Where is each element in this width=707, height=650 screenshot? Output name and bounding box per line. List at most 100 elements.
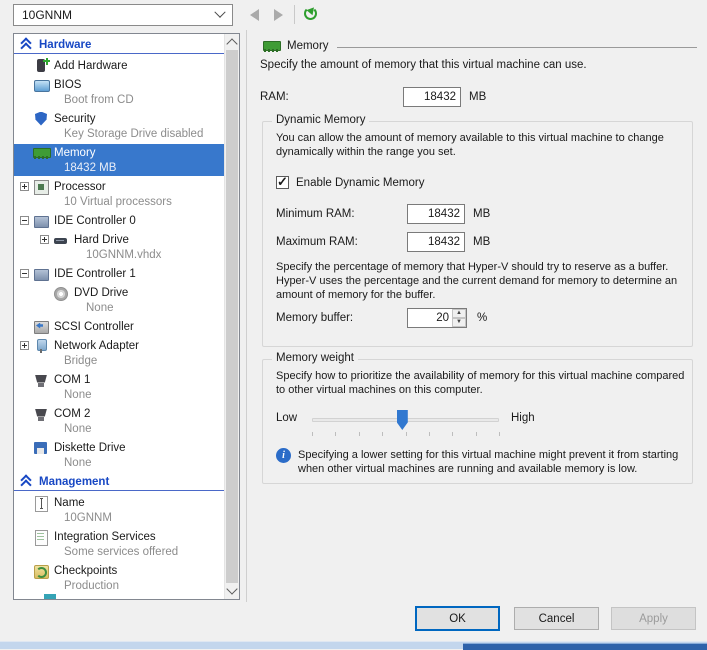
vm-selector-combobox[interactable]: 10GNNM bbox=[13, 4, 233, 26]
sidebar-item-memory[interactable]: Memory 18432 MB bbox=[14, 144, 224, 176]
name-icon bbox=[33, 495, 50, 511]
diskette-drive-icon bbox=[33, 440, 50, 456]
com-port-icon bbox=[33, 406, 50, 422]
memory-weight-group-title: Memory weight bbox=[272, 352, 358, 364]
sidebar-item-sublabel: Bridge bbox=[14, 354, 224, 369]
dynamic-memory-group: Dynamic Memory You can allow the amount … bbox=[262, 121, 693, 347]
memory-intro-text: Specify the amount of memory that this v… bbox=[260, 59, 587, 71]
sidebar-item-name[interactable]: Name 10GNNM bbox=[14, 494, 224, 526]
slider-ticks bbox=[312, 432, 499, 437]
sidebar-item-sublabel: None bbox=[14, 456, 224, 471]
spin-down-icon[interactable]: ▼ bbox=[452, 318, 466, 327]
apply-button[interactable]: Apply bbox=[611, 607, 696, 630]
scsi-controller-icon bbox=[33, 319, 50, 335]
hard-drive-icon bbox=[53, 232, 70, 248]
memory-weight-slider[interactable] bbox=[312, 418, 499, 422]
dynamic-memory-group-title: Dynamic Memory bbox=[272, 114, 369, 126]
memory-buffer-label: Memory buffer: bbox=[276, 312, 353, 324]
enable-dynamic-memory-label: Enable Dynamic Memory bbox=[296, 177, 424, 189]
sidebar-item-network-adapter[interactable]: Network Adapter Bridge bbox=[14, 337, 224, 369]
memory-weight-slider-thumb[interactable] bbox=[397, 410, 408, 430]
sidebar-item-ide-controller-1[interactable]: IDE Controller 1 bbox=[14, 265, 224, 282]
collapse-double-chevron-icon bbox=[20, 476, 31, 488]
sidebar-item-sublabel: 10GNNM bbox=[14, 511, 224, 526]
ok-button[interactable]: OK bbox=[415, 606, 500, 631]
memory-icon bbox=[263, 38, 280, 54]
minimum-ram-unit: MB bbox=[473, 208, 490, 220]
memory-buffer-unit: % bbox=[477, 312, 487, 324]
sidebar-item-sublabel: None bbox=[14, 388, 224, 403]
memory-weight-description: Specify how to prioritize the availabili… bbox=[276, 369, 692, 397]
sidebar-item-sublabel: Key Storage Drive disabled bbox=[14, 127, 224, 142]
network-adapter-icon bbox=[33, 338, 50, 354]
security-shield-icon bbox=[33, 111, 50, 127]
sidebar-item-hard-drive[interactable]: Hard Drive 10GNNM.vhdx bbox=[14, 231, 224, 263]
section-header-hardware[interactable]: Hardware bbox=[14, 36, 224, 54]
memory-buffer-spinner: ▲ ▼ bbox=[407, 308, 467, 328]
scroll-up-icon[interactable] bbox=[226, 38, 237, 49]
ram-input[interactable] bbox=[403, 87, 461, 107]
expand-plus-icon[interactable] bbox=[20, 182, 29, 191]
expand-plus-icon[interactable] bbox=[20, 341, 29, 350]
ide-controller-icon bbox=[33, 266, 50, 282]
slider-low-label: Low bbox=[276, 412, 297, 424]
spin-up-icon[interactable]: ▲ bbox=[452, 309, 466, 318]
minimum-ram-input[interactable] bbox=[407, 204, 465, 224]
ram-label: RAM: bbox=[260, 91, 289, 103]
sidebar-item-bios[interactable]: BIOS Boot from CD bbox=[14, 76, 224, 108]
cancel-button[interactable]: Cancel bbox=[514, 607, 599, 630]
scrollbar-thumb[interactable] bbox=[226, 50, 238, 583]
sidebar-item-sublabel: Boot from CD bbox=[14, 93, 224, 108]
settings-navigation-list: Hardware Add Hardware BIOS Boot from CD … bbox=[13, 33, 240, 600]
memory-weight-info-text: Specifying a lower setting for this virt… bbox=[298, 448, 690, 476]
minimum-ram-label: Minimum RAM: bbox=[276, 208, 355, 220]
ide-controller-icon bbox=[33, 213, 50, 229]
processor-icon bbox=[33, 179, 50, 195]
dynamic-memory-description: You can allow the amount of memory avail… bbox=[276, 131, 688, 159]
collapse-double-chevron-icon bbox=[20, 39, 31, 51]
integration-services-icon bbox=[33, 529, 50, 545]
bios-icon bbox=[33, 77, 50, 93]
sidebar-item-sublabel: 10GNNM.vhdx bbox=[14, 248, 224, 263]
sidebar-item-sublabel: 10 Virtual processors bbox=[14, 195, 224, 210]
sidebar-item-security[interactable]: Security Key Storage Drive disabled bbox=[14, 110, 224, 142]
sidebar-item-com1[interactable]: COM 1 None bbox=[14, 371, 224, 403]
vm-selector-value: 10GNNM bbox=[22, 8, 72, 22]
sidebar-item-com2[interactable]: COM 2 None bbox=[14, 405, 224, 437]
enable-dynamic-memory-checkbox[interactable] bbox=[276, 176, 289, 189]
back-arrow-icon[interactable] bbox=[250, 9, 259, 21]
settings-list: Hardware Add Hardware BIOS Boot from CD … bbox=[14, 34, 224, 599]
scroll-down-icon[interactable] bbox=[226, 583, 237, 594]
section-header-management[interactable]: Management bbox=[14, 473, 224, 491]
slider-high-label: High bbox=[511, 412, 535, 424]
sidebar-item-checkpoints[interactable]: Checkpoints Production bbox=[14, 562, 224, 594]
chevron-down-icon bbox=[214, 7, 225, 18]
sidebar-item-dvd-drive[interactable]: DVD Drive None bbox=[14, 284, 224, 316]
checkpoints-icon bbox=[33, 563, 50, 579]
sidebar-item-sublabel: None bbox=[14, 301, 224, 316]
sidebar-item-sublabel: Production bbox=[14, 579, 224, 594]
memory-buffer-description: Specify the percentage of memory that Hy… bbox=[276, 260, 690, 302]
com-port-icon bbox=[33, 372, 50, 388]
sidebar-item-integration-services[interactable]: Integration Services Some services offer… bbox=[14, 528, 224, 560]
sidebar-item-processor[interactable]: Processor 10 Virtual processors bbox=[14, 178, 224, 210]
collapse-minus-icon[interactable] bbox=[20, 216, 29, 225]
add-hardware-icon bbox=[33, 58, 50, 74]
refresh-icon[interactable] bbox=[304, 7, 317, 20]
sidebar-scrollbar[interactable] bbox=[224, 34, 239, 599]
sidebar-item-scsi-controller[interactable]: SCSI Controller bbox=[14, 318, 224, 335]
collapse-minus-icon[interactable] bbox=[20, 269, 29, 278]
maximum-ram-input[interactable] bbox=[407, 232, 465, 252]
ram-unit-label: MB bbox=[469, 91, 486, 103]
sidebar-item-diskette-drive[interactable]: Diskette Drive None bbox=[14, 439, 224, 471]
toolbar-separator bbox=[294, 5, 295, 24]
forward-arrow-icon[interactable] bbox=[274, 9, 283, 21]
maximum-ram-label: Maximum RAM: bbox=[276, 236, 358, 248]
expand-plus-icon[interactable] bbox=[40, 235, 49, 244]
dvd-drive-icon bbox=[53, 285, 70, 301]
sidebar-item-add-hardware[interactable]: Add Hardware bbox=[14, 57, 224, 74]
panel-title: Memory bbox=[287, 40, 329, 52]
sidebar-item-sublabel: 18432 MB bbox=[14, 161, 224, 176]
sidebar-item-ide-controller-0[interactable]: IDE Controller 0 bbox=[14, 212, 224, 229]
sidebar-item-sublabel: None bbox=[14, 422, 224, 437]
